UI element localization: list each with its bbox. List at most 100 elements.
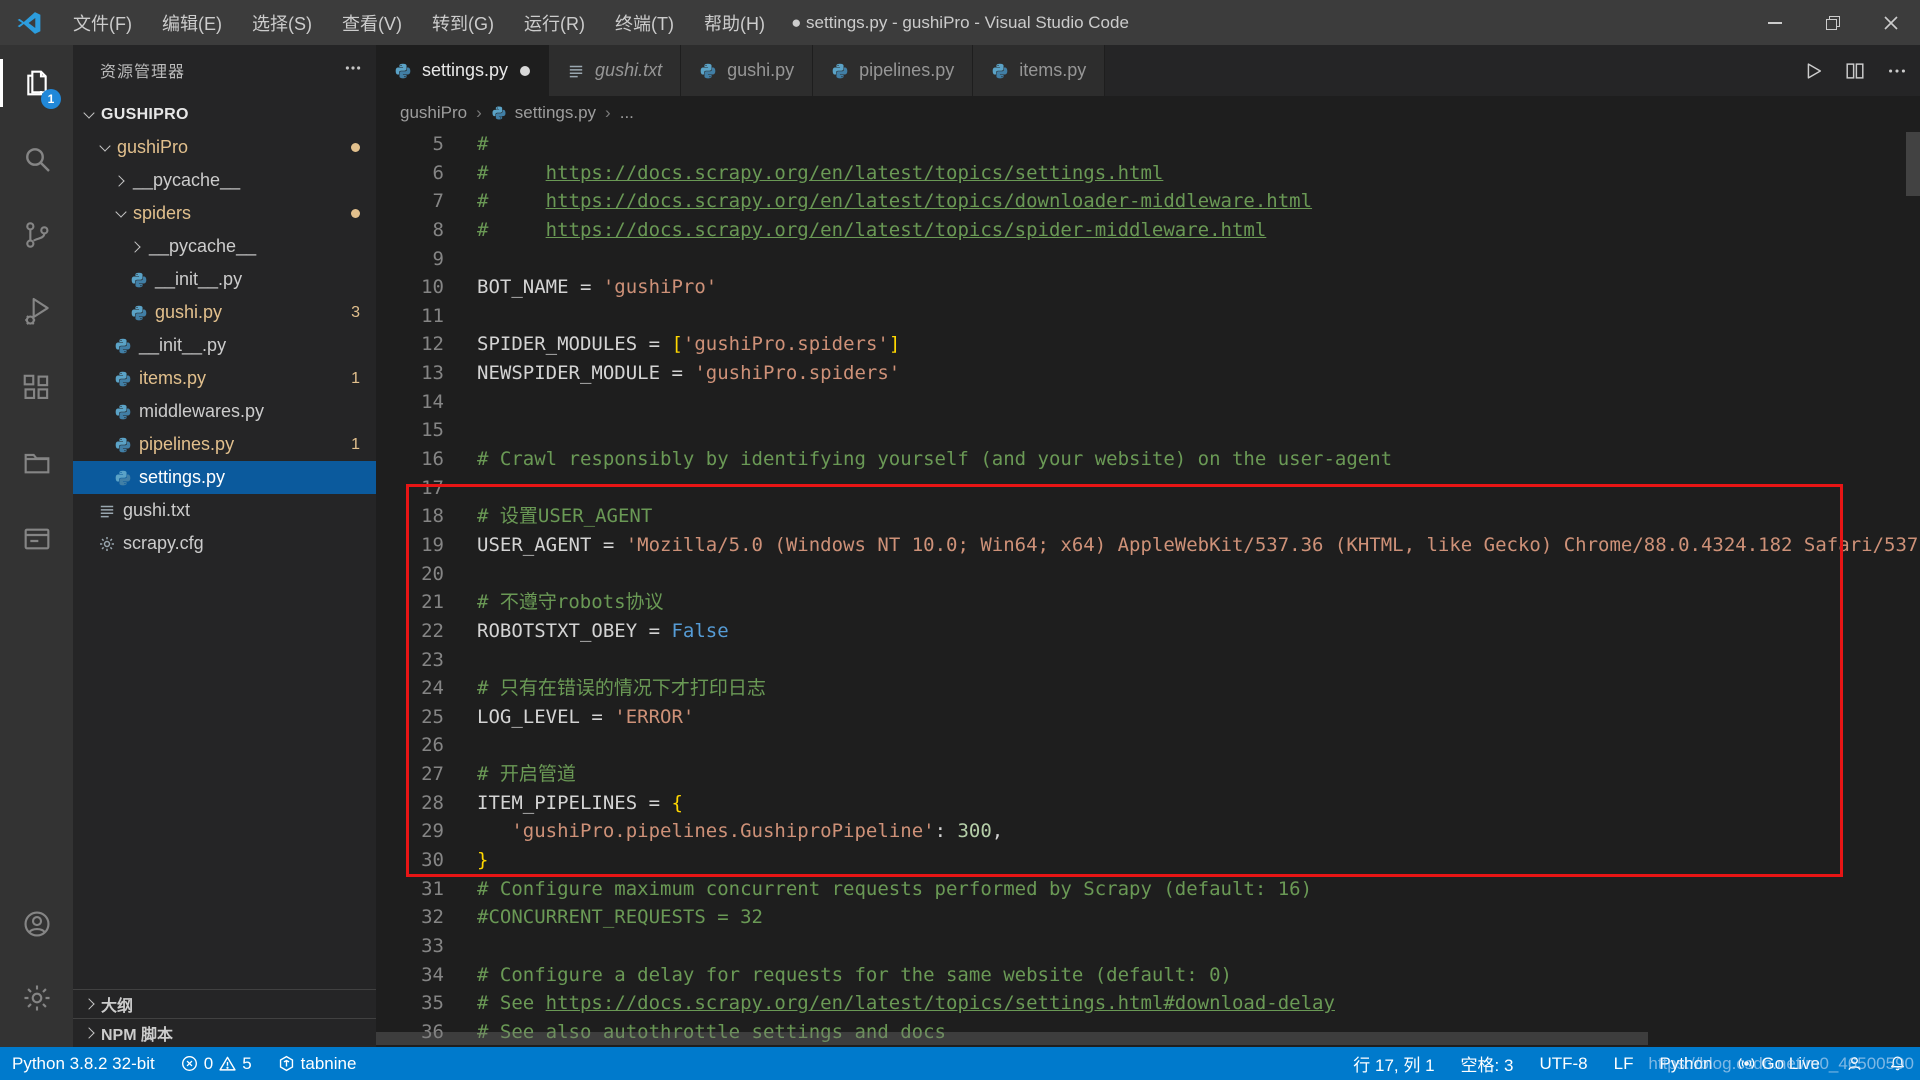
menu-go[interactable]: 转到(G) bbox=[417, 0, 509, 45]
python-icon bbox=[831, 61, 851, 81]
code-line: # 设置USER_AGENT bbox=[477, 502, 1920, 531]
horizontal-scrollbar[interactable] bbox=[376, 1032, 1648, 1045]
restore-button[interactable] bbox=[1804, 0, 1862, 45]
tree-item-middlewares.py[interactable]: middlewares.py bbox=[73, 395, 376, 428]
activity-item-source-control[interactable] bbox=[0, 197, 73, 273]
status-cursor-position[interactable]: 行 17, 列 1 bbox=[1353, 1051, 1434, 1076]
activity-item-folder-explorer[interactable] bbox=[0, 425, 73, 501]
line-number: 6 bbox=[376, 159, 444, 188]
breadcrumb: gushiPro › settings.py ›... bbox=[376, 96, 1920, 130]
tree-item-items.py[interactable]: items.py1 bbox=[73, 362, 376, 395]
breadcrumb-item-gushiPro[interactable]: gushiPro bbox=[400, 103, 467, 123]
tree-item-label: __pycache__ bbox=[133, 170, 240, 191]
activity-item-run-and-debug[interactable] bbox=[0, 273, 73, 349]
editor-actions bbox=[1802, 45, 1908, 96]
tree-item-__pycache__[interactable]: __pycache__ bbox=[73, 230, 376, 263]
tree-item-spiders[interactable]: spiders bbox=[73, 197, 376, 230]
chevron-down-icon bbox=[97, 140, 113, 156]
activity-item-search[interactable] bbox=[0, 121, 73, 197]
status-account-status[interactable] bbox=[1846, 1055, 1863, 1072]
vertical-scrollbar[interactable] bbox=[1906, 132, 1920, 196]
tree-item-scrapy.cfg[interactable]: scrapy.cfg bbox=[73, 527, 376, 560]
tabnine-icon bbox=[278, 1055, 295, 1072]
activity-item-live-preview[interactable] bbox=[0, 501, 73, 577]
line-number: 14 bbox=[376, 388, 444, 417]
status-go-live[interactable]: Go Live bbox=[1738, 1054, 1820, 1074]
tree-item-__init__.py[interactable]: __init__.py bbox=[73, 263, 376, 296]
menu-help[interactable]: 帮助(H) bbox=[689, 0, 780, 45]
run-file-button[interactable] bbox=[1802, 60, 1824, 82]
line-number: 18 bbox=[376, 502, 444, 531]
tab-label: pipelines.py bbox=[859, 60, 954, 81]
tree-item-pipelines.py[interactable]: pipelines.py1 bbox=[73, 428, 376, 461]
line-number: 22 bbox=[376, 617, 444, 646]
status-label: 空格: 3 bbox=[1461, 1051, 1514, 1076]
section-label: NPM 脚本 bbox=[101, 1021, 173, 1045]
change-count-badge: 1 bbox=[351, 436, 360, 454]
tab-items.py[interactable]: items.py bbox=[973, 45, 1105, 96]
tree-item-GUSHIPRO[interactable]: GUSHIPRO bbox=[73, 98, 376, 131]
menu-view[interactable]: 查看(V) bbox=[327, 0, 417, 45]
tab-gushi.py[interactable]: gushi.py bbox=[681, 45, 813, 96]
menu-edit[interactable]: 编辑(E) bbox=[147, 0, 237, 45]
activity-item-settings[interactable] bbox=[0, 961, 73, 1035]
python-icon bbox=[113, 402, 133, 422]
code-editor[interactable]: 5678910111213141516171819202122232425262… bbox=[376, 130, 1920, 1047]
menu-run[interactable]: 运行(R) bbox=[509, 0, 600, 45]
chevron-right-icon bbox=[83, 1025, 99, 1041]
status-tabnine[interactable]: tabnine bbox=[278, 1054, 357, 1074]
activity-item-explorer[interactable]: 1 bbox=[0, 45, 73, 121]
warning-icon bbox=[219, 1055, 236, 1072]
menu-terminal[interactable]: 终端(T) bbox=[600, 0, 689, 45]
code-line: # 只有在错误的情况下才打印日志 bbox=[477, 674, 1920, 703]
warning-count: 5 bbox=[242, 1054, 251, 1074]
activity-item-account[interactable] bbox=[0, 887, 73, 961]
tree-item-__pycache__[interactable]: __pycache__ bbox=[73, 164, 376, 197]
tree-item-gushi.txt[interactable]: gushi.txt bbox=[73, 494, 376, 527]
section-大纲[interactable]: 大纲 bbox=[73, 989, 376, 1018]
tab-settings.py[interactable]: settings.py bbox=[376, 45, 549, 96]
tree-item-label: gushi.py bbox=[155, 302, 222, 323]
breadcrumb-separator-icon: › bbox=[605, 103, 611, 123]
tree-item-label: GUSHIPRO bbox=[101, 106, 189, 124]
more-actions-button[interactable] bbox=[344, 59, 362, 82]
tree-item-settings.py[interactable]: settings.py bbox=[73, 461, 376, 494]
tree-item-gushiPro[interactable]: gushiPro bbox=[73, 131, 376, 164]
minimize-icon bbox=[1768, 22, 1782, 24]
status-eol[interactable]: LF bbox=[1614, 1054, 1634, 1074]
split-editor-button[interactable] bbox=[1844, 60, 1866, 82]
tree-item-__init__.py[interactable]: __init__.py bbox=[73, 329, 376, 362]
minimize-button[interactable] bbox=[1746, 0, 1804, 45]
breadcrumb-item-...[interactable]: ... bbox=[620, 103, 634, 123]
python-icon bbox=[991, 61, 1011, 81]
menu-file[interactable]: 文件(F) bbox=[58, 0, 147, 45]
tab-bar: settings.py gushi.txt gushi.py pipelines.py… bbox=[376, 45, 1920, 96]
status-notifications[interactable] bbox=[1889, 1055, 1906, 1072]
breadcrumb-item-settings.py[interactable]: settings.py bbox=[491, 103, 596, 123]
more-editor-actions-button[interactable] bbox=[1886, 60, 1908, 82]
status-encoding[interactable]: UTF-8 bbox=[1539, 1054, 1587, 1074]
explorer-title: 资源管理器 bbox=[100, 58, 185, 82]
search-icon bbox=[21, 143, 53, 175]
line-number: 34 bbox=[376, 961, 444, 990]
close-button[interactable] bbox=[1862, 0, 1920, 45]
tab-label: gushi.py bbox=[727, 60, 794, 81]
chevron-down-icon bbox=[81, 107, 97, 123]
status-problems[interactable]: 05 bbox=[181, 1054, 252, 1074]
tab-gushi.txt[interactable]: gushi.txt bbox=[549, 45, 681, 96]
tab-label: gushi.txt bbox=[595, 60, 662, 81]
status-python-interpreter[interactable]: Python 3.8.2 32-bit bbox=[12, 1054, 155, 1074]
status-language-mode[interactable]: Python bbox=[1659, 1054, 1712, 1074]
section-NPM 脚本[interactable]: NPM 脚本 bbox=[73, 1018, 376, 1047]
status-indentation[interactable]: 空格: 3 bbox=[1461, 1051, 1514, 1076]
tab-pipelines.py[interactable]: pipelines.py bbox=[813, 45, 973, 96]
title-bar: 文件(F)编辑(E)选择(S)查看(V)转到(G)运行(R)终端(T)帮助(H)… bbox=[0, 0, 1920, 45]
status-bar-left: Python 3.8.2 32-bit 05 tabnine bbox=[0, 1054, 356, 1074]
modified-dot-badge bbox=[351, 209, 360, 218]
tree-item-gushi.py[interactable]: gushi.py3 bbox=[73, 296, 376, 329]
breadcrumb-separator-icon: › bbox=[476, 103, 482, 123]
activity-item-extensions[interactable] bbox=[0, 349, 73, 425]
python-icon bbox=[491, 104, 509, 122]
menu-selection[interactable]: 选择(S) bbox=[237, 0, 327, 45]
code-line: # bbox=[477, 130, 1920, 159]
